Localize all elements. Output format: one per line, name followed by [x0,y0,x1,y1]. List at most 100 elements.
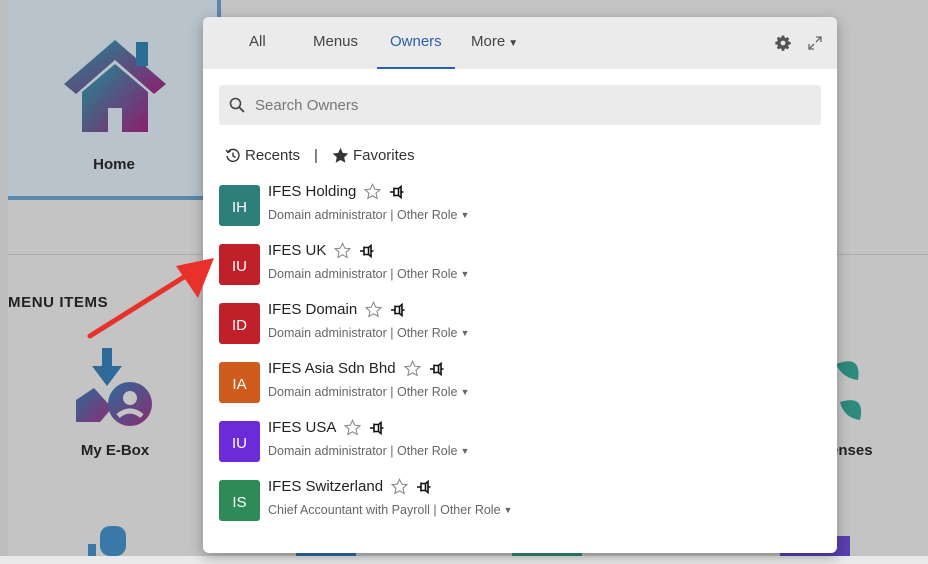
pin-toggle[interactable] [389,184,404,199]
recents-filter[interactable]: Recents [225,147,300,164]
owners-popup: All Menus Owners More ▼ Search Owners Re… [203,17,837,553]
tab-bar-actions [773,33,825,53]
owner-avatar: IA [219,362,260,403]
role-separator: | [386,444,397,458]
favorites-label: Favorites [352,147,415,164]
tab-more-label: More [471,33,506,50]
pin-toggle[interactable] [429,361,444,376]
pin-icon [370,420,384,435]
other-role-label: Other Role [397,326,458,340]
owner-name-line: IFES Switzerland [268,478,431,495]
owner-avatar: IH [219,185,260,226]
owner-role-line: Domain administrator | Other Role ▼ [268,326,469,340]
owner-role-line: Domain administrator | Other Role ▼ [268,208,469,222]
pin-toggle[interactable] [416,479,431,494]
other-role-dropdown[interactable]: Other Role ▼ [397,444,469,458]
pin-icon [360,243,374,258]
owner-role-line: Chief Accountant with Payroll | Other Ro… [268,503,512,517]
star-filled-icon [332,147,349,163]
pin-toggle[interactable] [390,302,405,317]
gear-icon [775,35,791,51]
pin-toggle[interactable] [369,420,384,435]
search-icon [229,97,245,113]
other-role-dropdown[interactable]: Other Role ▼ [397,326,469,340]
star-outline-icon [334,242,352,259]
owner-row[interactable]: IU IFES USA Domain administrator | Other R… [219,419,819,478]
owner-row[interactable]: ID IFES Domain Domain administrator | Othe… [219,301,819,360]
pin-icon [429,361,444,376]
owner-name[interactable]: IFES Holding [268,183,356,200]
favorite-toggle[interactable] [403,360,421,377]
role-separator: | [386,208,397,222]
owner-role: Chief Accountant with Payroll [268,503,430,517]
owner-row[interactable]: IA IFES Asia Sdn Bhd Domain administrator … [219,360,819,419]
leaf-icon [836,361,862,420]
search-bar[interactable] [219,85,821,125]
other-role-dropdown[interactable]: Other Role ▼ [397,208,469,222]
owner-role: Domain administrator [268,267,387,281]
role-separator: | [386,267,397,281]
pin-icon [391,302,405,317]
tab-all[interactable]: All [249,17,266,69]
recents-label: Recents [245,147,301,164]
favorite-toggle[interactable] [365,301,383,318]
other-role-label: Other Role [397,208,458,222]
pin-icon [417,479,431,494]
star-outline-icon [391,478,409,495]
owner-role: Domain administrator [268,444,387,458]
star-outline-icon [364,183,382,200]
other-role-label: Other Role [440,503,501,517]
search-input[interactable] [255,96,795,114]
owner-name-line: IFES Holding [268,183,404,200]
tab-owners[interactable]: Owners [377,17,455,69]
owner-role-line: Domain administrator | Other Role ▼ [268,267,469,281]
owner-role: Domain administrator [268,385,387,399]
owner-name[interactable]: IFES USA [268,419,336,436]
other-role-dropdown[interactable]: Other Role ▼ [397,267,469,281]
other-role-dropdown[interactable]: Other Role ▼ [440,503,512,517]
expand-icon [808,36,822,50]
tab-menus[interactable]: Menus [313,17,358,69]
other-role-label: Other Role [397,444,458,458]
home-tile[interactable]: Home [8,0,220,200]
owner-name[interactable]: IFES Asia Sdn Bhd [268,360,396,377]
settings-button[interactable] [773,33,793,53]
role-separator: | [386,385,397,399]
home-icon [64,40,166,132]
favorite-toggle[interactable] [364,183,382,200]
owner-avatar: IU [219,244,260,285]
tab-more[interactable]: More ▼ [471,17,518,69]
owner-avatar: IU [219,421,260,462]
other-role-label: Other Role [397,267,458,281]
owner-row[interactable]: IS IFES Switzerland Chief Accountant with … [219,478,819,537]
caret-down-icon: ▼ [503,505,513,515]
role-separator: | [386,326,397,340]
pin-toggle[interactable] [359,243,374,258]
owners-list: IH IFES Holding Domain administrator | Oth… [219,183,819,537]
caret-down-icon: ▼ [508,38,519,49]
tab-bar: All Menus Owners More ▼ [203,17,837,69]
caret-down-icon: ▼ [460,269,470,279]
expand-button[interactable] [805,33,825,53]
favorite-toggle[interactable] [344,419,362,436]
owner-name[interactable]: IFES Domain [268,301,357,318]
favorite-toggle[interactable] [334,242,352,259]
favorite-toggle[interactable] [391,478,409,495]
owner-avatar: IS [219,480,260,521]
owner-role: Domain administrator [268,326,387,340]
owner-name-line: IFES USA [268,419,384,436]
role-separator: | [429,503,441,517]
owner-row[interactable]: IH IFES Holding Domain administrator | Oth… [219,183,819,242]
history-icon [225,148,240,162]
star-outline-icon [365,301,383,318]
owner-role-line: Domain administrator | Other Role ▼ [268,444,469,458]
owner-row[interactable]: IU IFES UK Domain administrator | Other Ro… [219,242,819,301]
owner-name[interactable]: IFES Switzerland [268,478,383,495]
owner-avatar: ID [219,303,260,344]
favorites-filter[interactable]: Favorites [332,147,415,164]
other-role-dropdown[interactable]: Other Role ▼ [397,385,469,399]
star-outline-icon [403,360,421,377]
owner-name[interactable]: IFES UK [268,242,326,259]
ebox-icon[interactable] [72,348,162,428]
owner-name-line: IFES Domain [268,301,405,318]
